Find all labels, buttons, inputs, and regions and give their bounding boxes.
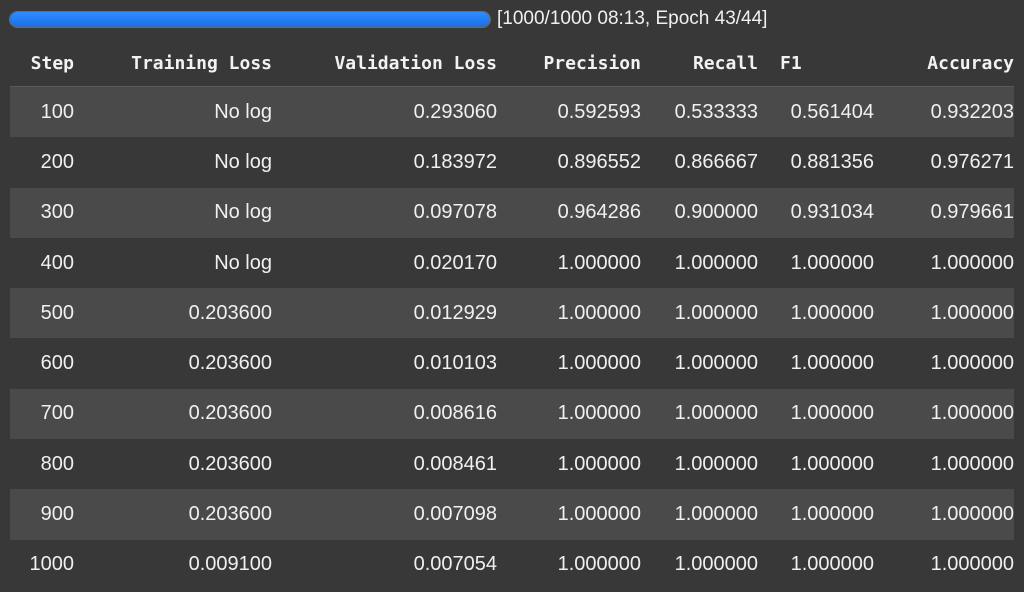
cell-validation-loss: 0.012929 [272,288,497,339]
cell-precision: 1.000000 [497,237,641,289]
cell-precision: 0.964286 [497,187,641,238]
cell-f1: 1.000000 [758,439,874,490]
cell-recall: 1.000000 [641,388,758,440]
cell-precision: 1.000000 [497,489,641,540]
cell-step: 200 [10,137,74,188]
cell-accuracy: 1.000000 [874,338,1014,389]
table-row: 800 0.203600 0.008461 1.000000 1.000000 1.000… [10,439,1014,490]
cell-precision: 1.000000 [497,338,641,389]
cell-f1: 1.000000 [758,388,874,440]
cell-accuracy: 0.976271 [874,137,1014,188]
header-validation-loss: Validation Loss [272,40,497,87]
training-log-table: Step Training Loss Validation Loss Preci… [10,40,1014,590]
cell-f1: 1.000000 [758,539,874,590]
cell-validation-loss: 0.007098 [272,489,497,540]
cell-f1: 1.000000 [758,288,874,339]
cell-validation-loss: 0.010103 [272,338,497,389]
cell-validation-loss: 0.008461 [272,439,497,490]
header-recall: Recall [641,40,758,87]
cell-recall: 1.000000 [641,439,758,490]
table-row: 600 0.203600 0.010103 1.000000 1.000000 1.000… [10,338,1014,389]
cell-recall: 0.533333 [641,86,758,138]
cell-recall: 1.000000 [641,489,758,540]
progress-bar-fill [10,12,490,27]
cell-recall: 0.900000 [641,187,758,238]
header-f1: F1 [758,40,874,87]
cell-precision: 1.000000 [497,388,641,440]
cell-training-loss: No log [74,187,272,238]
cell-f1: 1.000000 [758,489,874,540]
cell-step: 900 [10,489,74,540]
cell-accuracy: 0.932203 [874,86,1014,138]
header-training-loss: Training Loss [74,40,272,87]
header-precision: Precision [497,40,641,87]
cell-training-loss: 0.203600 [74,489,272,540]
cell-step: 700 [10,388,74,440]
table-row: 1000 0.009100 0.007054 1.000000 1.000000 1.00… [10,539,1014,590]
cell-accuracy: 0.979661 [874,187,1014,238]
cell-accuracy: 1.000000 [874,439,1014,490]
cell-step: 600 [10,338,74,389]
cell-validation-loss: 0.007054 [272,539,497,590]
cell-validation-loss: 0.183972 [272,137,497,188]
table-row: 100 No log 0.293060 0.592593 0.533333 0.56140… [10,86,1014,138]
cell-precision: 0.896552 [497,137,641,188]
cell-training-loss: No log [74,237,272,289]
cell-precision: 0.592593 [497,86,641,138]
table-row: 700 0.203600 0.008616 1.000000 1.000000 1.000… [10,388,1014,440]
progress-status-text: [1000/1000 08:13, Epoch 43/44] [497,8,768,29]
cell-recall: 1.000000 [641,539,758,590]
cell-f1: 1.000000 [758,338,874,389]
cell-step: 800 [10,439,74,490]
cell-accuracy: 1.000000 [874,237,1014,289]
cell-recall: 1.000000 [641,288,758,339]
cell-precision: 1.000000 [497,539,641,590]
cell-step: 400 [10,237,74,289]
cell-f1: 0.561404 [758,86,874,138]
cell-accuracy: 1.000000 [874,288,1014,339]
cell-precision: 1.000000 [497,288,641,339]
cell-validation-loss: 0.020170 [272,237,497,289]
cell-training-loss: 0.203600 [74,338,272,389]
cell-validation-loss: 0.293060 [272,86,497,138]
header-accuracy: Accuracy [874,40,1014,87]
cell-training-loss: 0.203600 [74,288,272,339]
table-row: 500 0.203600 0.012929 1.000000 1.000000 1.000… [10,288,1014,339]
cell-step: 500 [10,288,74,339]
table-row: 300 No log 0.097078 0.964286 0.900000 0.93103… [10,187,1014,238]
cell-recall: 1.000000 [641,237,758,289]
cell-training-loss: 0.009100 [74,539,272,590]
cell-f1: 0.881356 [758,137,874,188]
cell-accuracy: 1.000000 [874,388,1014,440]
cell-step: 300 [10,187,74,238]
header-step: Step [10,40,74,87]
cell-validation-loss: 0.097078 [272,187,497,238]
cell-training-loss: No log [74,137,272,188]
cell-precision: 1.000000 [497,439,641,490]
cell-accuracy: 1.000000 [874,539,1014,590]
cell-training-loss: 0.203600 [74,388,272,440]
table-header-row: Step Training Loss Validation Loss Preci… [10,40,1014,87]
cell-step: 100 [10,86,74,138]
cell-f1: 1.000000 [758,237,874,289]
cell-training-loss: 0.203600 [74,439,272,490]
training-progress: [1000/1000 08:13, Epoch 43/44] [0,0,1024,40]
cell-accuracy: 1.000000 [874,489,1014,540]
table-row: 400 No log 0.020170 1.000000 1.000000 1.00000… [10,237,1014,289]
table-row: 900 0.203600 0.007098 1.000000 1.000000 1.000… [10,489,1014,540]
cell-recall: 0.866667 [641,137,758,188]
cell-f1: 0.931034 [758,187,874,238]
cell-training-loss: No log [74,86,272,138]
table-row: 200 No log 0.183972 0.896552 0.866667 0.88135… [10,137,1014,188]
progress-bar [9,11,491,28]
cell-validation-loss: 0.008616 [272,388,497,440]
cell-step: 1000 [10,539,74,590]
cell-recall: 1.000000 [641,338,758,389]
